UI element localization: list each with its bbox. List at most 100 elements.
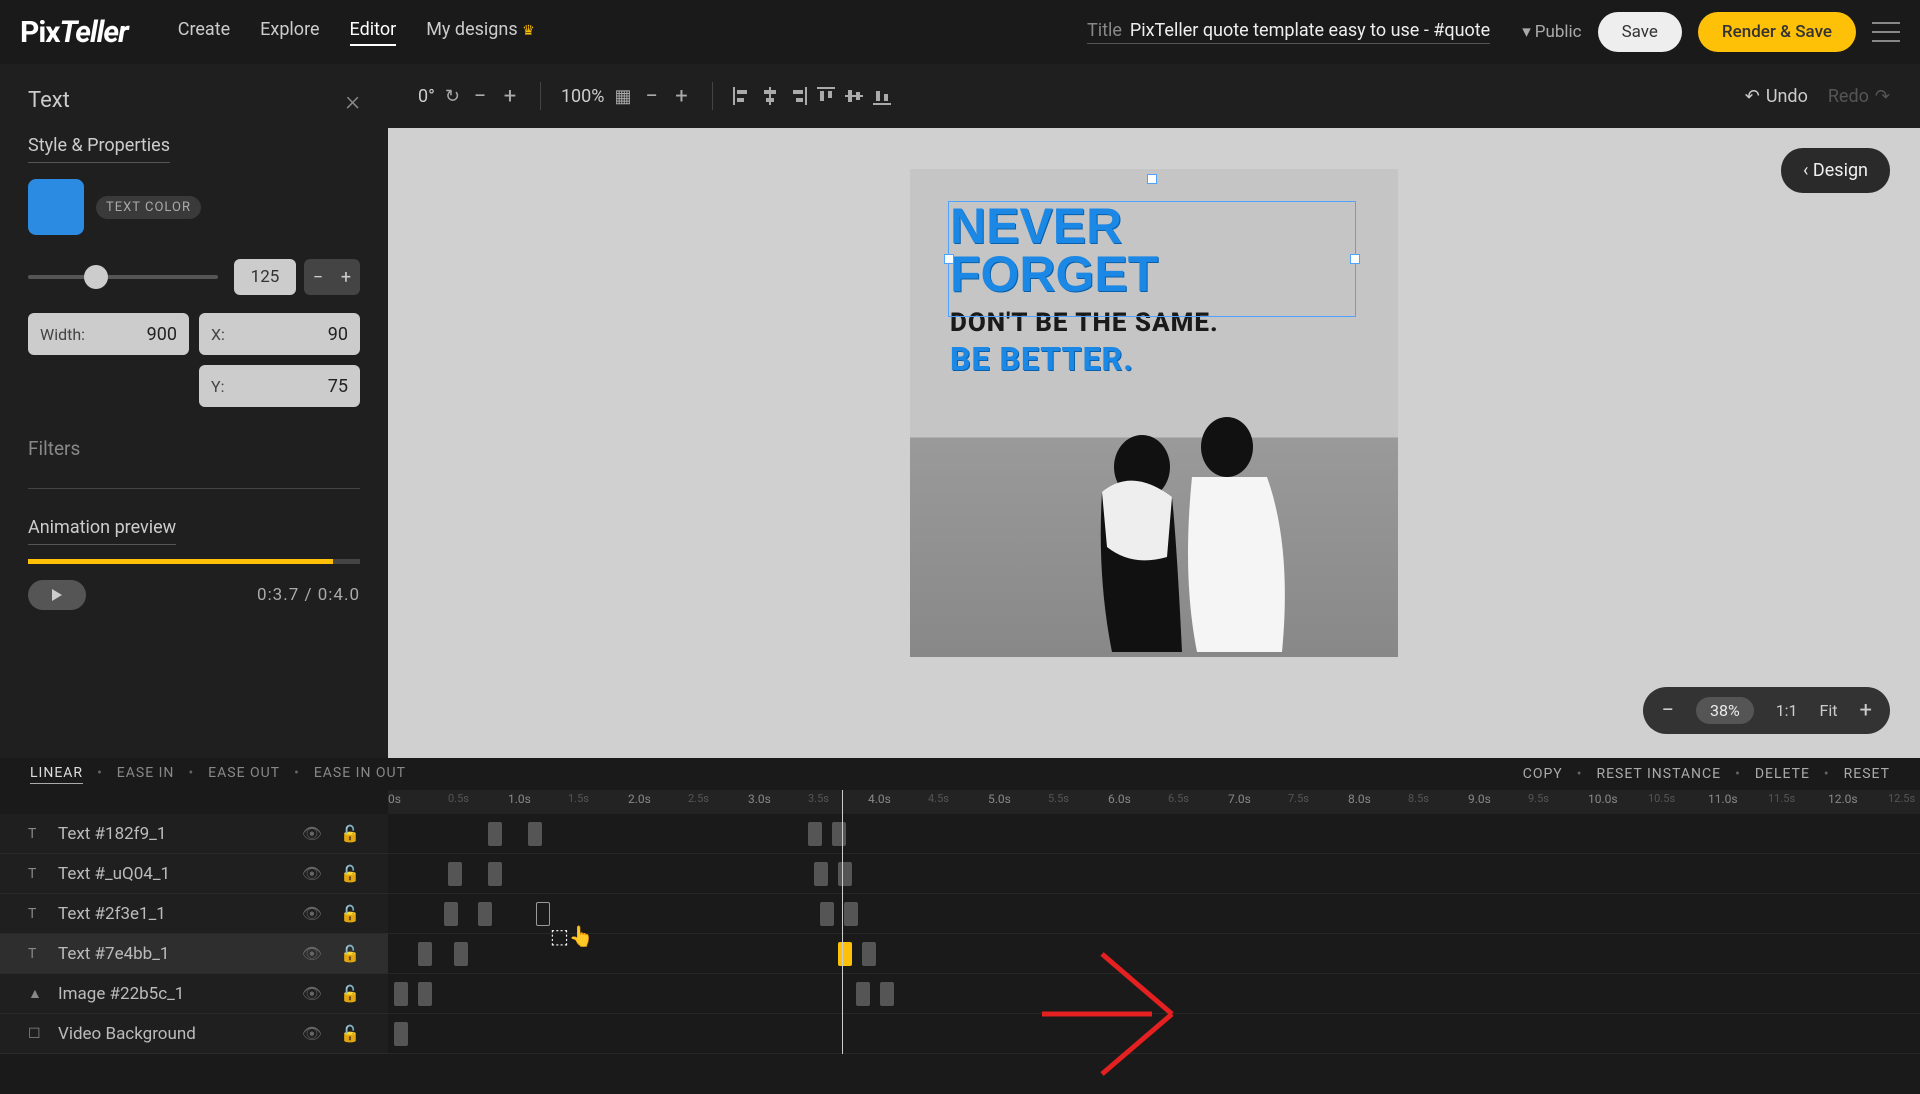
keyframe[interactable] — [394, 982, 408, 1006]
keyframe[interactable] — [418, 942, 432, 966]
filters-heading[interactable]: Filters — [28, 437, 360, 460]
keyframe[interactable] — [838, 862, 852, 886]
keyframe[interactable] — [454, 942, 468, 966]
align-middle-icon[interactable] — [845, 87, 863, 105]
lock-icon[interactable]: 🔓 — [340, 904, 360, 923]
nav-create[interactable]: Create — [178, 19, 230, 46]
rotate-handle[interactable] — [1147, 174, 1157, 184]
resize-handle-left[interactable] — [944, 254, 954, 264]
zoom-in-button[interactable]: + — [1860, 698, 1872, 723]
track-row[interactable] — [388, 814, 1920, 854]
track-row[interactable] — [388, 934, 1920, 974]
timeline-copy[interactable]: COPY — [1523, 766, 1563, 782]
zoom-out-button[interactable]: − — [1661, 698, 1674, 723]
timeline-tracks[interactable]: ⬚👆 — [388, 814, 1920, 1054]
timeline-layer[interactable]: ☐Video Background👁🔓 — [0, 1014, 388, 1054]
visibility-icon[interactable]: 👁 — [302, 904, 322, 923]
align-center-icon[interactable] — [761, 87, 779, 105]
timeline-layer[interactable]: TText #7e4bb_1👁🔓 — [0, 934, 388, 974]
keyframe[interactable] — [814, 862, 828, 886]
close-icon[interactable]: × — [345, 84, 360, 117]
keyframe[interactable] — [838, 942, 852, 966]
visibility-icon[interactable]: 👁 — [302, 824, 322, 843]
keyframe[interactable] — [478, 902, 492, 926]
save-button[interactable]: Save — [1598, 12, 1682, 52]
track-row[interactable] — [388, 894, 1920, 934]
title-section[interactable]: Title PixTeller quote template easy to u… — [1087, 20, 1490, 44]
text-color-swatch[interactable] — [28, 179, 84, 235]
lock-icon[interactable]: 🔓 — [340, 944, 360, 963]
selection-box[interactable] — [948, 201, 1356, 317]
play-button[interactable] — [28, 580, 86, 610]
keyframe[interactable] — [820, 902, 834, 926]
render-save-button[interactable]: Render & Save — [1698, 12, 1856, 52]
keyframe[interactable] — [488, 822, 502, 846]
font-size-input[interactable] — [234, 259, 296, 295]
logo[interactable]: PixTeller — [20, 15, 128, 50]
menu-icon[interactable] — [1872, 22, 1900, 42]
track-row[interactable] — [388, 854, 1920, 894]
rotation-plus[interactable]: + — [500, 84, 520, 109]
opacity-plus[interactable]: + — [672, 84, 692, 109]
visibility-icon[interactable]: 👁 — [302, 1024, 322, 1043]
ease-linear[interactable]: LINEAR — [30, 765, 83, 784]
timeline-layer[interactable]: TText #182f9_1👁🔓 — [0, 814, 388, 854]
lock-icon[interactable]: 🔓 — [340, 984, 360, 1003]
align-top-icon[interactable] — [817, 87, 835, 105]
font-size-plus[interactable]: + — [332, 259, 360, 295]
keyframe[interactable] — [528, 822, 542, 846]
timeline-reset[interactable]: RESET — [1844, 766, 1890, 782]
keyframe[interactable] — [832, 822, 846, 846]
slider-thumb[interactable] — [84, 265, 108, 289]
zoom-percent[interactable]: 38% — [1696, 697, 1754, 724]
timeline-layer[interactable]: TText #2f3e1_1👁🔓 — [0, 894, 388, 934]
nav-explore[interactable]: Explore — [260, 19, 319, 46]
x-input[interactable]: X:90 — [199, 313, 360, 355]
ease-out[interactable]: EASE OUT — [208, 765, 280, 784]
font-size-minus[interactable]: − — [304, 259, 332, 295]
keyframe[interactable] — [880, 982, 894, 1006]
resize-handle-right[interactable] — [1350, 254, 1360, 264]
width-input[interactable]: Width:900 — [28, 313, 189, 355]
y-input[interactable]: Y:75 — [199, 365, 360, 407]
keyframe[interactable] — [536, 902, 550, 926]
rotate-icon[interactable]: ↻ — [445, 86, 460, 107]
track-row[interactable] — [388, 1014, 1920, 1054]
nav-my-designs[interactable]: My designs ♛ — [426, 19, 534, 46]
design-mode-button[interactable]: ‹ Design — [1781, 148, 1890, 193]
ease-in-out[interactable]: EASE IN OUT — [314, 765, 406, 784]
undo-button[interactable]: ↶Undo — [1745, 86, 1808, 107]
align-right-icon[interactable] — [789, 87, 807, 105]
align-bottom-icon[interactable] — [873, 87, 891, 105]
lock-icon[interactable]: 🔓 — [340, 864, 360, 883]
timeline-reset-instance[interactable]: RESET INSTANCE — [1596, 766, 1721, 782]
rotation-minus[interactable]: − — [470, 84, 490, 109]
lock-icon[interactable]: 🔓 — [340, 824, 360, 843]
nav-editor[interactable]: Editor — [350, 19, 397, 46]
timeline-layer[interactable]: ▲Image #22b5c_1👁🔓 — [0, 974, 388, 1014]
keyframe[interactable] — [444, 902, 458, 926]
keyframe[interactable] — [844, 902, 858, 926]
ease-in[interactable]: EASE IN — [117, 765, 175, 784]
zoom-11-button[interactable]: 1:1 — [1776, 701, 1798, 720]
font-size-slider[interactable] — [28, 275, 218, 279]
timeline-delete[interactable]: DELETE — [1755, 766, 1810, 782]
timeline-layer[interactable]: TText #_uQ04_1👁🔓 — [0, 854, 388, 894]
playhead[interactable] — [842, 790, 843, 1054]
visibility-icon[interactable]: 👁 — [302, 864, 322, 883]
lock-icon[interactable]: 🔓 — [340, 1024, 360, 1043]
keyframe[interactable] — [448, 862, 462, 886]
keyframe[interactable] — [394, 1022, 408, 1046]
opacity-icon[interactable]: ▦ — [614, 86, 631, 107]
keyframe[interactable] — [856, 982, 870, 1006]
timeline-ruler[interactable]: 0s1.0s2.0s3.0s4.0s5.0s6.0s7.0s8.0s9.0s10… — [388, 790, 1920, 814]
keyframe[interactable] — [862, 942, 876, 966]
quote-line-4[interactable]: BE BETTER. — [950, 340, 1219, 378]
animation-progress[interactable] — [28, 559, 360, 564]
canvas[interactable]: NEVER FORGET DON'T BE THE SAME. BE BETTE… — [910, 169, 1398, 657]
opacity-minus[interactable]: − — [642, 84, 662, 109]
track-row[interactable] — [388, 974, 1920, 1014]
visibility-dropdown[interactable]: ▾ Public — [1522, 22, 1581, 42]
visibility-icon[interactable]: 👁 — [302, 984, 322, 1003]
keyframe[interactable] — [488, 862, 502, 886]
